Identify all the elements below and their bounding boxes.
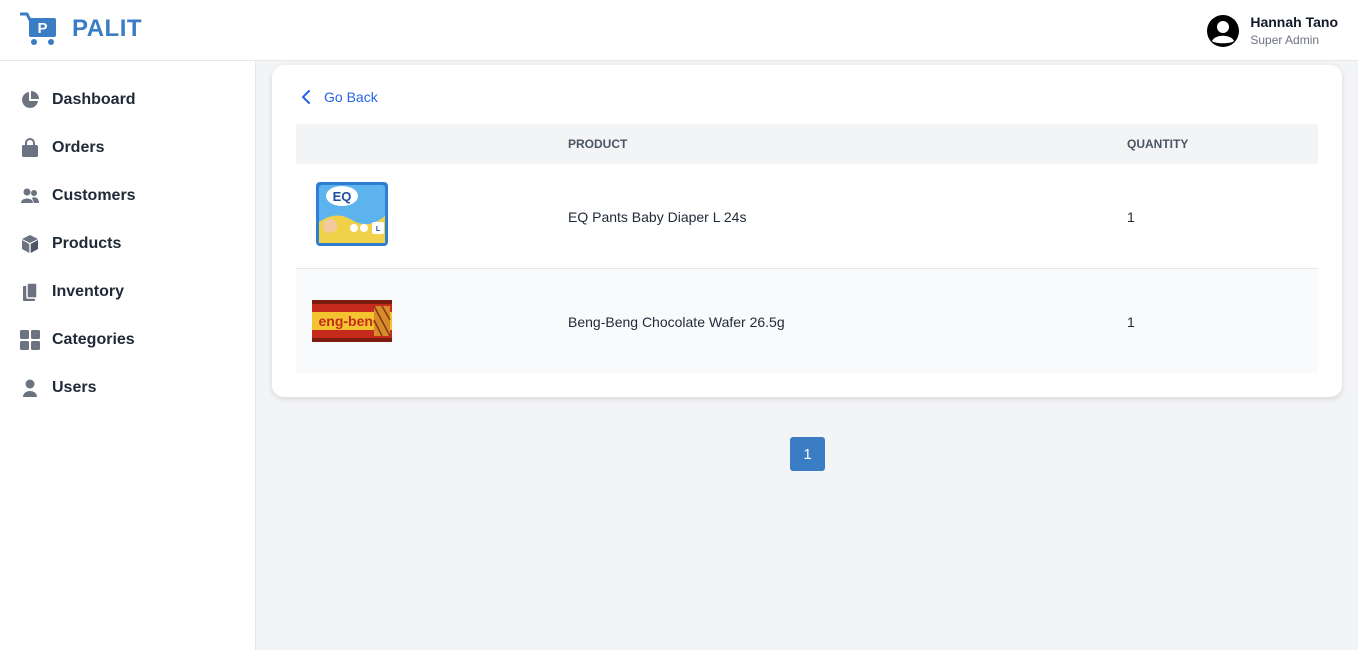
sidebar-item-categories[interactable]: Categories bbox=[20, 328, 135, 352]
sidebar-item-label: Inventory bbox=[52, 283, 125, 300]
chocolate-wafer-image: eng-beng bbox=[312, 300, 392, 347]
sidebar-item-label: Products bbox=[52, 235, 122, 252]
table-row: eng-beng Beng-Beng Chocolate Wafer 26.5g… bbox=[296, 269, 1318, 373]
column-header-quantity: QUANTITY bbox=[1127, 137, 1189, 151]
order-items-table: PRODUCT QUANTITY EQ L EQ Pants Baby Diap… bbox=[296, 124, 1318, 373]
sidebar-item-label: Users bbox=[52, 379, 97, 396]
user-icon bbox=[20, 378, 40, 398]
sidebar-item-label: Categories bbox=[52, 331, 135, 348]
user-name: Hannah Tano bbox=[1250, 14, 1338, 30]
table-row: EQ L EQ Pants Baby Diaper L 24s 1 bbox=[296, 164, 1318, 269]
svg-text:L: L bbox=[376, 226, 381, 233]
svg-text:eng-beng: eng-beng bbox=[319, 313, 382, 329]
diaper-pack-image: EQ L bbox=[316, 182, 388, 251]
go-back-label: Go Back bbox=[324, 89, 378, 105]
sidebar-item-label: Orders bbox=[52, 139, 105, 156]
chevron-left-icon bbox=[302, 90, 310, 104]
sidebar-item-label: Dashboard bbox=[52, 91, 136, 108]
product-quantity: 1 bbox=[1127, 314, 1135, 330]
sidebar-item-label: Customers bbox=[52, 187, 136, 204]
order-items-card: Go Back PRODUCT QUANTITY EQ L EQ Pants B… bbox=[272, 65, 1342, 397]
app-logo[interactable]: P PALIT bbox=[20, 12, 142, 46]
pie-chart-icon bbox=[20, 90, 40, 110]
table-header: PRODUCT QUANTITY bbox=[296, 124, 1318, 164]
product-name: Beng-Beng Chocolate Wafer 26.5g bbox=[568, 314, 785, 330]
sidebar-item-dashboard[interactable]: Dashboard bbox=[20, 88, 136, 112]
product-quantity: 1 bbox=[1127, 209, 1135, 225]
user-role: Super Admin bbox=[1250, 33, 1320, 47]
top-header: P PALIT Hannah Tano Super Admin bbox=[0, 0, 1358, 61]
svg-text:P: P bbox=[37, 20, 47, 37]
svg-text:EQ: EQ bbox=[333, 189, 352, 204]
grid-icon bbox=[20, 330, 40, 350]
app-name: PALIT bbox=[72, 15, 143, 42]
pagination-page-button[interactable]: 1 bbox=[790, 437, 825, 471]
sidebar-item-users[interactable]: Users bbox=[20, 376, 96, 400]
sidebar: Dashboard Orders Customers Products Inve… bbox=[0, 61, 256, 650]
user-avatar-icon bbox=[1207, 15, 1240, 47]
sidebar-item-orders[interactable]: Orders bbox=[20, 136, 104, 160]
clipboard-icon bbox=[20, 282, 40, 302]
sidebar-item-products[interactable]: Products bbox=[20, 232, 121, 256]
shopping-bag-icon bbox=[20, 138, 40, 158]
sidebar-item-inventory[interactable]: Inventory bbox=[20, 280, 124, 304]
sidebar-item-customers[interactable]: Customers bbox=[20, 184, 136, 208]
column-header-product: PRODUCT bbox=[568, 137, 628, 151]
go-back-link[interactable]: Go Back bbox=[300, 89, 378, 105]
product-name: EQ Pants Baby Diaper L 24s bbox=[568, 209, 747, 225]
user-menu[interactable]: Hannah Tano Super Admin bbox=[1206, 13, 1338, 49]
cart-logo-icon: P bbox=[20, 12, 56, 45]
users-icon bbox=[20, 186, 40, 206]
cube-icon bbox=[20, 234, 40, 254]
